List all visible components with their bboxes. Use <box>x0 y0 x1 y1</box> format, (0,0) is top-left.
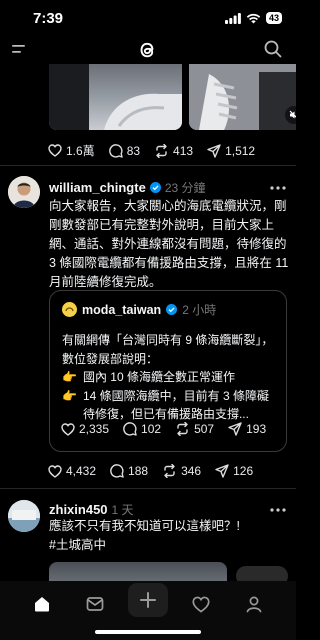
status-time: 7:39 <box>33 10 64 27</box>
share-button[interactable]: 193 <box>228 422 266 436</box>
comment-icon <box>108 143 123 158</box>
repost-button[interactable]: 413 <box>154 143 194 158</box>
comment-icon <box>123 422 137 436</box>
like-button[interactable]: 1.6萬 <box>48 142 95 159</box>
reply-body: 應該不只有我不知道可以這樣吧？! #土城高中 <box>49 517 289 555</box>
post-author-line: william_chingte 23 分鐘 <box>49 179 206 196</box>
signal-icon <box>224 12 241 24</box>
threads-logo-icon[interactable] <box>136 38 158 62</box>
plus-icon <box>140 592 156 608</box>
divider <box>0 488 296 489</box>
share-count: 193 <box>246 422 267 436</box>
reply-count: 188 <box>128 464 149 478</box>
prev-post-actions: 1.6萬 83 413 1,512 <box>48 142 269 159</box>
nav-profile[interactable] <box>239 589 269 619</box>
repost-icon <box>177 422 188 436</box>
verified-icon <box>149 182 161 193</box>
reply-author-line: zhixin450 1 天 <box>49 501 134 518</box>
like-count: 1.6萬 <box>66 144 95 158</box>
nav-create[interactable] <box>128 583 168 617</box>
reply-body-text: 應該不只有我不知道可以這樣吧？! <box>49 519 240 533</box>
avatar-zhixin[interactable] <box>8 500 40 532</box>
pointing-hand-icon: 👉 <box>62 370 77 384</box>
send-icon <box>215 464 229 478</box>
heart-icon <box>48 464 62 478</box>
quote-bullet-1-text: 國內 10 條海纜全數正常運作 <box>82 370 235 384</box>
quote-body: 有關網傳「台灣同時有 9 條海纜斷裂」，數位發展部說明： 👉 國內 10 條海纜… <box>62 331 280 424</box>
reply-author-name[interactable]: zhixin450 <box>49 502 108 517</box>
like-button[interactable]: 2,335 <box>61 422 109 436</box>
post-time: 23 分鐘 <box>164 181 206 195</box>
quote-bullet-1: 👉 國內 10 條海纜全數正常運作 <box>62 368 280 387</box>
quote-bullet-2-text: 14 條國際海纜中，目前有 3 條障礙待修復，但已有備援路由支撐... <box>82 388 269 422</box>
heart-icon <box>48 144 62 157</box>
repost-button[interactable]: 507 <box>175 422 214 436</box>
repost-icon <box>164 464 175 478</box>
heart-icon <box>192 596 210 613</box>
status-bar: 7:39 43 <box>0 0 296 36</box>
like-count: 4,432 <box>66 464 97 478</box>
heart-icon <box>61 422 75 436</box>
home-indicator <box>95 630 201 634</box>
nav-messages[interactable] <box>80 589 110 619</box>
prev-post-media[interactable] <box>49 64 296 130</box>
like-count: 2,335 <box>79 422 110 436</box>
share-count: 1,512 <box>225 143 256 158</box>
status-icons: 43 <box>224 12 282 24</box>
reply-button[interactable]: 83 <box>108 143 141 158</box>
verified-icon <box>166 304 178 315</box>
repost-count: 413 <box>173 143 194 158</box>
mute-icon[interactable] <box>285 106 296 124</box>
reply-count: 102 <box>141 422 162 436</box>
reply-count: 83 <box>126 143 141 158</box>
repost-count: 346 <box>181 464 202 478</box>
quote-actions: 2,335 102 507 193 <box>61 422 280 436</box>
share-button[interactable]: 126 <box>215 464 253 478</box>
divider <box>0 165 296 166</box>
menu-icon[interactable] <box>12 44 26 54</box>
like-button[interactable]: 4,432 <box>48 464 96 478</box>
share-button[interactable]: 1,512 <box>207 144 255 158</box>
post-body-text: 向大家報告，大家關心的海底電纜狀況，剛剛數發部已有完整對外說明，目前大家上網、通… <box>49 199 289 289</box>
battery-icon: 43 <box>265 12 282 24</box>
quoted-post-card[interactable]: moda_taiwan 2 小時 有關網傳「台灣同時有 9 條海纜斷裂」，數位發… <box>49 290 287 452</box>
quote-avatar[interactable] <box>62 302 77 317</box>
top-bar <box>0 36 296 64</box>
quote-author-name[interactable]: moda_taiwan <box>82 303 161 317</box>
hashtag-link[interactable]: #土城高中 <box>49 536 289 555</box>
send-icon <box>228 422 242 436</box>
avatar-william[interactable] <box>8 176 40 208</box>
more-options-icon[interactable] <box>270 508 286 512</box>
send-icon <box>207 143 221 158</box>
home-icon <box>35 597 49 612</box>
reply-button[interactable]: 102 <box>123 422 161 436</box>
repost-button[interactable]: 346 <box>162 464 201 478</box>
mail-icon <box>86 597 104 611</box>
post-author-name[interactable]: william_chingte <box>49 180 146 195</box>
quote-text-line: 有關網傳「台灣同時有 9 條海纜斷裂」，數位發展部說明： <box>62 333 274 366</box>
quote-time: 2 小時 <box>182 303 217 317</box>
repost-icon <box>156 143 167 158</box>
quote-bullet-2: 👉 14 條國際海纜中，目前有 3 條障礙待修復，但已有備援路由支撐... <box>62 387 280 424</box>
wifi-icon <box>246 13 261 23</box>
nav-activity[interactable] <box>186 589 216 619</box>
media-image-1[interactable] <box>49 64 182 130</box>
search-icon[interactable] <box>264 40 282 58</box>
comment-icon <box>110 464 124 478</box>
media-image-2[interactable] <box>189 64 296 130</box>
post-actions: 4,432 188 346 126 <box>48 464 267 478</box>
reply-time: 1 天 <box>111 503 134 517</box>
share-count: 126 <box>233 464 254 478</box>
reply-button[interactable]: 188 <box>110 464 148 478</box>
quote-author-line: moda_taiwan 2 小時 <box>62 301 216 318</box>
nav-home[interactable] <box>27 589 57 619</box>
more-options-icon[interactable] <box>270 186 286 190</box>
pointing-hand-icon: 👉 <box>62 388 77 403</box>
repost-count: 507 <box>194 422 215 436</box>
profile-icon <box>246 596 262 613</box>
